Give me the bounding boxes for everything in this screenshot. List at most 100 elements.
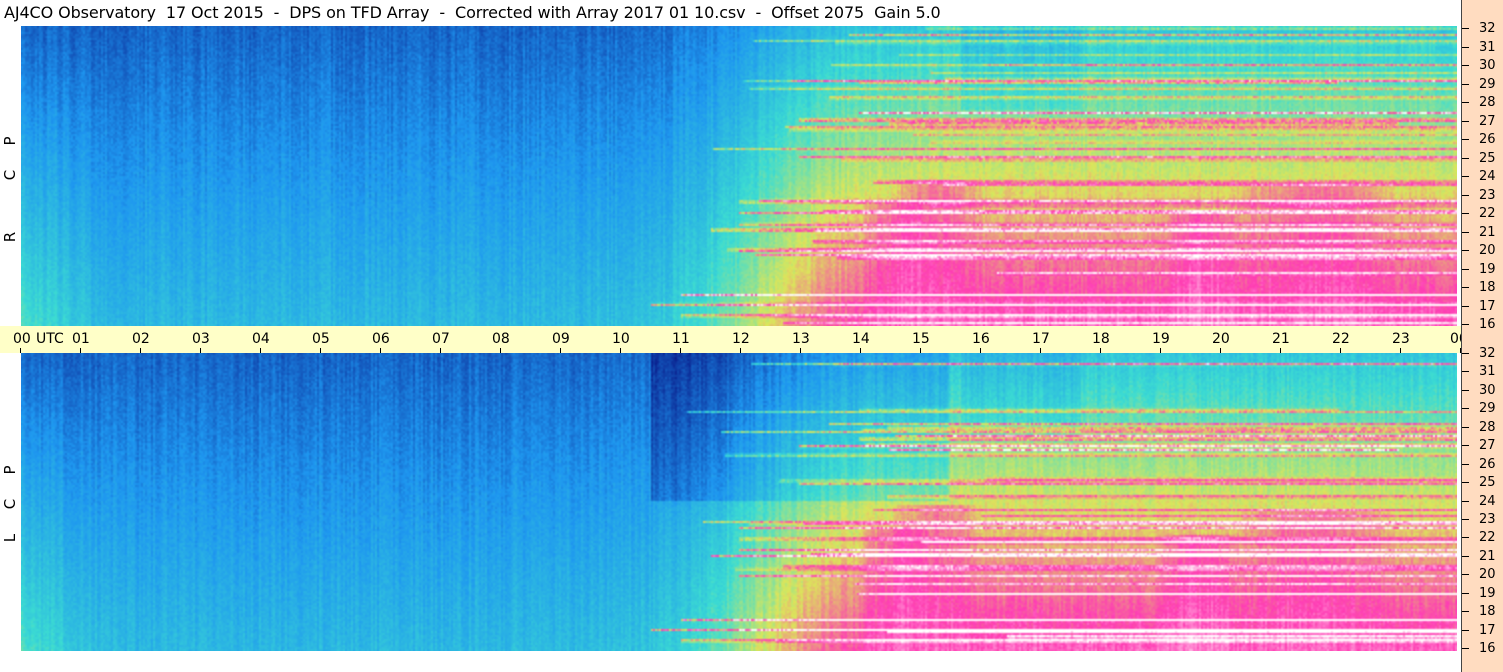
- freq-tick-label: 31: [1479, 364, 1496, 379]
- freq-tick-label: 22: [1479, 530, 1496, 545]
- time-tick-label: 04: [252, 331, 270, 347]
- freq-tick-mark: [1462, 306, 1469, 307]
- freq-tick-label: 30: [1479, 58, 1496, 73]
- freq-tick-mark: [1462, 371, 1469, 372]
- freq-tick-mark: [1462, 501, 1469, 502]
- freq-tick-mark: [1462, 213, 1469, 214]
- time-tick-label: 16: [972, 331, 990, 347]
- freq-tick-mark: [1462, 47, 1469, 48]
- freq-tick-label: 19: [1479, 586, 1496, 601]
- rcp-letter-r: R: [1, 231, 19, 243]
- freq-tick-label: 26: [1479, 457, 1496, 472]
- time-tick-label: 22: [1332, 331, 1350, 347]
- time-tick-label: 06: [372, 331, 390, 347]
- freq-tick-label: 23: [1479, 188, 1496, 203]
- freq-tick-mark: [1462, 176, 1469, 177]
- freq-tick-label: 30: [1479, 383, 1496, 398]
- time-tick-label: 11: [672, 331, 690, 347]
- freq-tick-mark: [1462, 250, 1469, 251]
- freq-tick-mark: [1462, 482, 1469, 483]
- freq-tick-label: 20: [1479, 567, 1496, 582]
- freq-tick-label: 18: [1479, 280, 1496, 295]
- freq-tick-mark: [1462, 445, 1469, 446]
- lcp-letter-c: C: [1, 498, 19, 510]
- freq-tick-label: 32: [1479, 21, 1496, 36]
- freq-tick-label: 16: [1479, 641, 1496, 656]
- freq-tick-mark: [1462, 593, 1469, 594]
- freq-tick-mark: [1462, 139, 1469, 140]
- time-tick-label: 05: [312, 331, 330, 347]
- freq-tick-mark: [1462, 287, 1469, 288]
- polarization-label-rcp: R C P: [0, 26, 20, 326]
- time-tick-label: 19: [1152, 331, 1170, 347]
- freq-tick-label: 18: [1479, 604, 1496, 619]
- time-unit-label: UTC: [36, 331, 64, 347]
- time-tick-label: 08: [492, 331, 510, 347]
- freq-tick-mark: [1462, 648, 1469, 649]
- freq-tick-label: 28: [1479, 420, 1496, 435]
- freq-tick-label: 24: [1479, 169, 1496, 184]
- spectrogram-rcp-canvas: [21, 26, 1457, 326]
- freq-tick-mark: [1462, 537, 1469, 538]
- time-tick-label: 13: [792, 331, 810, 347]
- frequency-axis-line: [1461, 0, 1462, 672]
- chart-title: AJ4CO Observatory 17 Oct 2015 - DPS on T…: [4, 3, 941, 22]
- freq-tick-mark: [1462, 324, 1469, 325]
- polarization-label-lcp: L C P: [0, 353, 20, 651]
- time-tick-label: 07: [432, 331, 450, 347]
- freq-tick-label: 29: [1479, 77, 1496, 92]
- time-tick-label: 23: [1392, 331, 1410, 347]
- time-tick-label: 02: [132, 331, 150, 347]
- freq-tick-label: 20: [1479, 243, 1496, 258]
- freq-tick-mark: [1462, 574, 1469, 575]
- freq-tick-mark: [1462, 121, 1469, 122]
- spectrogram-lcp: [21, 353, 1457, 651]
- freq-tick-mark: [1462, 427, 1469, 428]
- freq-tick-mark: [1462, 65, 1469, 66]
- freq-tick-label: 28: [1479, 95, 1496, 110]
- time-tick-label: 10: [612, 331, 630, 347]
- lcp-letter-p: P: [1, 465, 19, 475]
- time-tick-label: 03: [192, 331, 210, 347]
- freq-tick-label: 29: [1479, 401, 1496, 416]
- spectrogram-lcp-canvas: [21, 353, 1457, 651]
- freq-tick-label: 24: [1479, 494, 1496, 509]
- time-tick-label: 09: [552, 331, 570, 347]
- freq-tick-label: 27: [1479, 114, 1496, 129]
- freq-tick-label: 25: [1479, 151, 1496, 166]
- time-tick-label: 00: [13, 331, 31, 347]
- time-tick-label: 21: [1272, 331, 1290, 347]
- freq-tick-mark: [1462, 611, 1469, 612]
- freq-tick-mark: [1462, 630, 1469, 631]
- freq-tick-mark: [1462, 28, 1469, 29]
- freq-tick-label: 26: [1479, 132, 1496, 147]
- freq-tick-label: 17: [1479, 299, 1496, 314]
- rcp-letter-c: C: [1, 169, 19, 181]
- freq-tick-mark: [1462, 519, 1469, 520]
- freq-tick-mark: [1462, 464, 1469, 465]
- freq-tick-label: 31: [1479, 40, 1496, 55]
- freq-tick-label: 25: [1479, 475, 1496, 490]
- freq-tick-mark: [1462, 269, 1469, 270]
- freq-tick-label: 17: [1479, 623, 1496, 638]
- time-tick-label: 01: [72, 331, 90, 347]
- freq-tick-mark: [1462, 390, 1469, 391]
- time-tick-label: 12: [732, 331, 750, 347]
- rcp-letter-p: P: [1, 136, 19, 146]
- time-tick-label: 14: [852, 331, 870, 347]
- freq-tick-mark: [1462, 232, 1469, 233]
- freq-tick-label: 32: [1479, 346, 1496, 361]
- freq-tick-label: 16: [1479, 317, 1496, 332]
- freq-tick-mark: [1462, 353, 1469, 354]
- freq-tick-mark: [1462, 195, 1469, 196]
- time-tick-label: 15: [912, 331, 930, 347]
- freq-tick-mark: [1462, 102, 1469, 103]
- freq-tick-mark: [1462, 408, 1469, 409]
- spectrogram-rcp: [21, 26, 1457, 326]
- freq-tick-label: 23: [1479, 512, 1496, 527]
- freq-tick-label: 22: [1479, 206, 1496, 221]
- time-tick-label: 18: [1092, 331, 1110, 347]
- lcp-letter-l: L: [1, 533, 19, 543]
- freq-tick-mark: [1462, 556, 1469, 557]
- freq-tick-mark: [1462, 84, 1469, 85]
